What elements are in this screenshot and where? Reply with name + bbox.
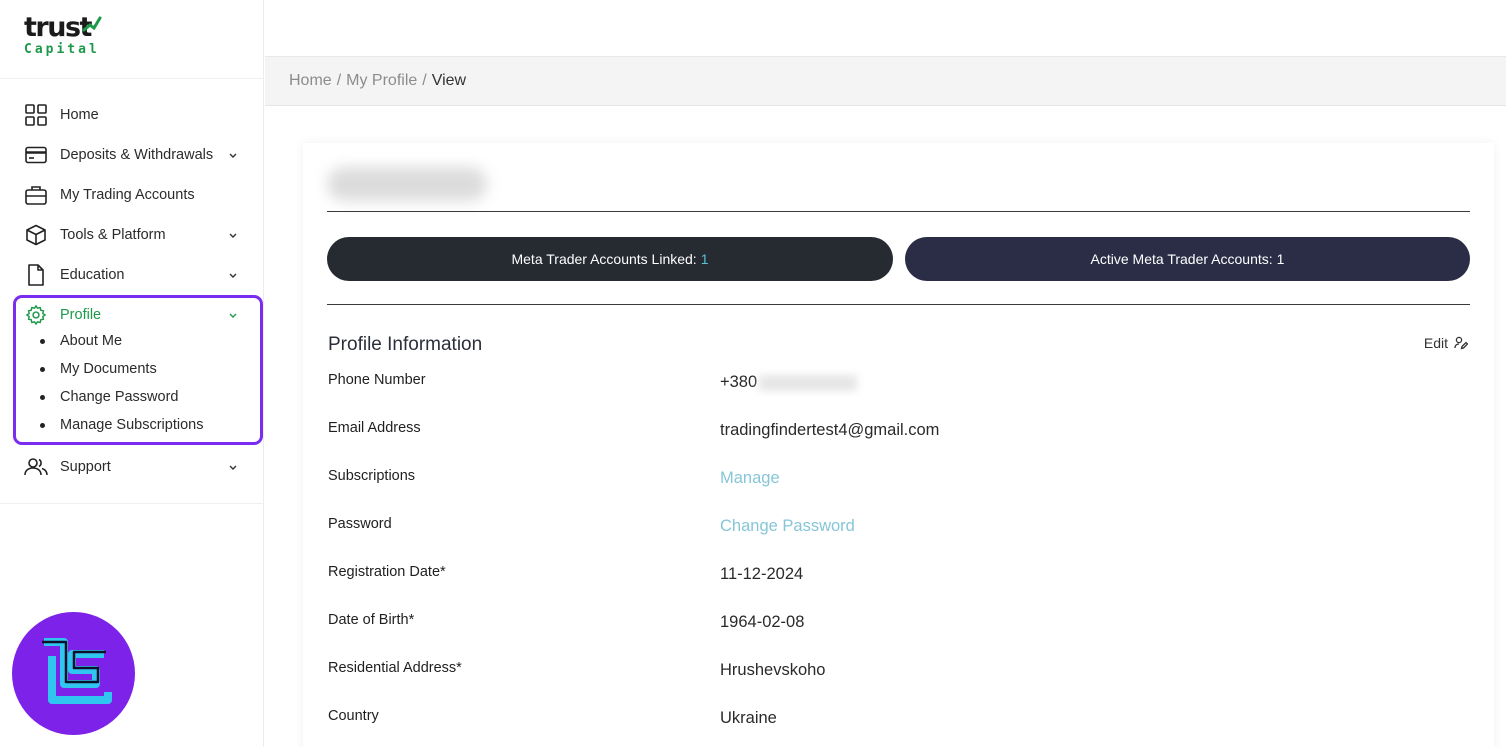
field-value: +380 [720, 373, 858, 392]
profile-row-registration-date: Registration Date* 11-12-2024 [328, 564, 1468, 592]
logo-swoosh-icon [82, 16, 102, 32]
document-icon [24, 263, 48, 287]
user-name-redacted [327, 167, 487, 201]
field-value: 11-12-2024 [720, 565, 804, 583]
field-label: Subscriptions [328, 468, 416, 484]
sidebar-subitem-manage-subscriptions[interactable]: Manage Subscriptions [40, 414, 203, 436]
sidebar-subitem-about-me[interactable]: About Me [40, 330, 122, 352]
chevron-down-icon [229, 465, 237, 470]
field-value: 1964-02-08 [720, 613, 805, 631]
change-password-link[interactable]: Change Password [720, 517, 855, 536]
sidebar-item-deposits[interactable]: Deposits & Withdrawals [24, 141, 244, 169]
sidebar-item-label: Education [60, 267, 125, 283]
bullet [40, 394, 45, 400]
sidebar-item-label: My Trading Accounts [60, 187, 195, 203]
user-edit-icon [1454, 336, 1468, 350]
sidebar-divider [0, 503, 264, 504]
field-label: Password [328, 516, 392, 532]
field-value: Hrushevskoho [720, 661, 826, 679]
phone-redacted [759, 374, 858, 391]
sidebar-item-trading-accounts[interactable]: My Trading Accounts [24, 181, 244, 209]
breadcrumb-current: View [431, 72, 467, 89]
cube-icon [24, 223, 48, 247]
card-icon [24, 143, 48, 167]
sidebar-item-education[interactable]: Education [24, 261, 244, 289]
field-label: Registration Date* [328, 564, 446, 580]
linked-accounts-stat: Meta Trader Accounts Linked: 1 [327, 237, 893, 281]
chevron-down-icon [229, 233, 237, 238]
sidebar-item-label: Tools & Platform [60, 227, 166, 243]
field-label: Date of Birth* [328, 612, 415, 628]
breadcrumb-separator: / [422, 72, 427, 89]
bullet [40, 422, 45, 428]
sidebar-subitem-label: Manage Subscriptions [60, 417, 204, 433]
field-value: tradingfindertest4@gmail.com [720, 421, 940, 439]
briefcase-icon [24, 183, 48, 207]
sidebar-item-label: Support [60, 459, 111, 475]
bullet [40, 366, 45, 372]
field-label: Residential Address* [328, 660, 462, 676]
breadcrumb-my-profile[interactable]: My Profile [346, 72, 417, 90]
sidebar-item-support[interactable]: Support [24, 453, 244, 481]
chevron-down-icon [229, 153, 237, 158]
profile-row-subscriptions: Subscriptions Manage [328, 468, 1468, 496]
edit-label: Edit [1423, 335, 1448, 351]
sidebar-item-label: Deposits & Withdrawals [60, 147, 214, 163]
sidebar-subitem-change-password[interactable]: Change Password [40, 386, 179, 408]
watermark-badge [12, 612, 135, 735]
field-label: Email Address [328, 420, 421, 436]
active-accounts-label: Active Meta Trader Accounts: [1090, 251, 1273, 267]
brand-logo[interactable]: trust Capital [24, 14, 104, 62]
logo-subtitle: Capital [24, 42, 100, 57]
phone-prefix: +380 [720, 373, 758, 391]
divider [327, 211, 1470, 212]
profile-row-dob: Date of Birth* 1964-02-08 [328, 612, 1468, 640]
breadcrumb-separator: / [336, 72, 342, 89]
sidebar-subitem-label: Change Password [60, 389, 179, 405]
users-icon [24, 455, 48, 479]
profile-row-email: Email Address tradingfindertest4@gmail.c… [328, 420, 1468, 448]
top-header [265, 0, 1506, 57]
profile-row-phone: Phone Number +380 [328, 372, 1468, 400]
breadcrumb-home[interactable]: Home [289, 72, 332, 90]
profile-card: Meta Trader Accounts Linked: 1 Active Me… [303, 143, 1494, 747]
linked-accounts-label: Meta Trader Accounts Linked: [511, 251, 697, 267]
profile-row-address: Residential Address* Hrushevskoho [328, 660, 1468, 688]
divider [327, 304, 1470, 305]
profile-row-country: Country Ukraine [328, 708, 1468, 736]
sidebar-divider [0, 78, 264, 79]
field-value: Ukraine [720, 709, 777, 727]
bullet [40, 338, 45, 344]
profile-row-password: Password Change Password [328, 516, 1468, 544]
sidebar-item-profile[interactable]: Profile [24, 301, 244, 329]
gear-icon [24, 303, 48, 327]
sidebar-subitem-label: About Me [60, 333, 123, 349]
sidebar-subitem-my-documents[interactable]: My Documents [40, 358, 157, 380]
section-title: Profile Information [328, 334, 483, 355]
sidebar-item-home[interactable]: Home [24, 101, 244, 129]
edit-profile-button[interactable]: Edit [1424, 335, 1468, 351]
sidebar-item-label: Profile [60, 307, 102, 323]
grid-icon [24, 103, 48, 127]
chevron-down-icon [229, 273, 237, 278]
sidebar-subitem-label: My Documents [60, 361, 157, 377]
field-label: Phone Number [328, 372, 426, 388]
tf-logo-icon [42, 638, 112, 704]
active-accounts-stat: Active Meta Trader Accounts: 1 [905, 237, 1470, 281]
breadcrumb: Home / My Profile / View [265, 57, 1506, 106]
sidebar-item-label: Home [60, 107, 99, 123]
sidebar-item-tools[interactable]: Tools & Platform [24, 221, 244, 249]
chevron-down-icon [229, 313, 237, 318]
field-label: Country [328, 708, 379, 724]
manage-subscriptions-link[interactable]: Manage [720, 469, 780, 488]
sidebar: trust Capital Home Deposits & Withdrawal… [0, 0, 264, 747]
active-accounts-count: 1 [1276, 251, 1285, 267]
linked-accounts-count: 1 [700, 251, 709, 267]
